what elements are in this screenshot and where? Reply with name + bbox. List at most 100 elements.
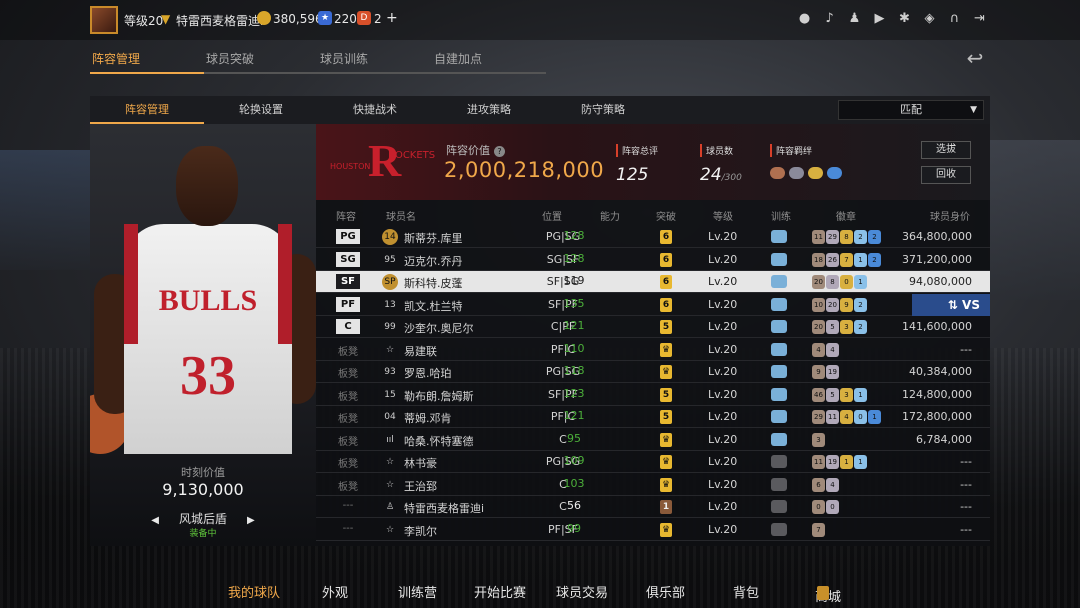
training-icon[interactable] <box>771 297 787 311</box>
bond-icon-1[interactable] <box>770 167 785 179</box>
player-ability: 103 <box>563 476 585 490</box>
help-icon[interactable]: ? <box>494 146 505 157</box>
training-icon[interactable] <box>771 432 787 446</box>
add-currency-button[interactable]: + <box>386 10 398 26</box>
subtab-tactics[interactable]: 快捷战术 <box>318 96 432 124</box>
player-level: Lv.20 <box>708 410 738 423</box>
slot-bench: --- <box>342 522 354 534</box>
player-level: Lv.20 <box>708 477 738 491</box>
recycle-button[interactable]: 回收 <box>921 166 971 184</box>
breakthrough-icon: 6 <box>660 297 672 312</box>
nav-appearance[interactable]: 外观 <box>322 582 348 601</box>
training-icon[interactable] <box>771 320 787 333</box>
training-icon[interactable] <box>771 410 787 423</box>
player-salary: 141,600,000 <box>902 320 972 333</box>
training-icon[interactable] <box>771 365 787 378</box>
prev-skin-icon[interactable]: ◀ <box>135 515 175 526</box>
player-salary: 124,800,000 <box>902 387 972 401</box>
subtab-rotation[interactable]: 轮换设置 <box>204 96 318 124</box>
training-icon[interactable] <box>771 230 787 243</box>
friends-icon[interactable]: ♟ <box>846 10 863 27</box>
training-icon[interactable] <box>771 387 787 401</box>
training-icon[interactable] <box>771 522 787 536</box>
training-icon[interactable] <box>771 455 787 468</box>
video-icon[interactable]: ▶ <box>871 10 888 27</box>
player-name: 哈桑.怀特塞德 <box>404 434 474 448</box>
table-row[interactable]: C 99 沙奎尔.奥尼尔 C|PF 121 5 Lv.20 20 5 3 2 141,600,000 <box>316 316 990 338</box>
table-row[interactable]: 板凳 04 蒂姆.邓肯 PF|C 121 5 Lv.20 29 11 4 0 1 172,800,000 <box>316 406 990 428</box>
tab-custom-points[interactable]: 自建加点 <box>432 50 546 74</box>
player-level: Lv.20 <box>708 455 738 468</box>
training-icon[interactable] <box>771 252 787 266</box>
table-row[interactable]: 板凳 ııl 哈桑.怀特塞德 C 95 ♛ Lv.20 3 6,784,000 <box>316 429 990 451</box>
table-row[interactable]: 板凳 93 罗恩.哈珀 PG|SG 118 ♛ Lv.20 9 19 40,384,000 <box>316 361 990 383</box>
nav-backpack[interactable]: 背包 <box>733 582 759 601</box>
compare-vs-button[interactable]: ⇅ VS <box>912 293 990 316</box>
training-icon[interactable] <box>771 500 787 513</box>
nav-club[interactable]: 俱乐部 <box>646 582 685 601</box>
tab-training[interactable]: 球员训练 <box>318 50 432 74</box>
next-skin-icon[interactable]: ▶ <box>231 515 271 526</box>
slot-bench: 板凳 <box>338 414 358 425</box>
training-icon[interactable] <box>771 477 787 491</box>
player-level: Lv.20 <box>708 230 738 243</box>
subtab-offense[interactable]: 进攻策略 <box>432 96 546 124</box>
badge-icon: 4 <box>840 410 853 424</box>
table-row[interactable]: PF 13 凯文.杜兰特 SF|PF 135 6 Lv.20 10 20 9 2 ⇅ VS <box>316 293 990 316</box>
table-row[interactable]: --- ♙ 特雷西麦格雷迪i C 56 1 Lv.20 0 0 --- <box>316 496 990 518</box>
badge-icon: 20 <box>812 320 825 334</box>
mode-dropdown[interactable]: 匹配 ▼ <box>838 100 984 120</box>
table-row[interactable]: SG 95 迈克尔.乔丹 SG|SF 128 6 Lv.20 18 26 7 1 2 371,200,0… <box>316 249 990 271</box>
table-row[interactable]: 板凳 ☆ 林书豪 PG|SG 109 ♛ Lv.20 11 19 1 1 --- <box>316 451 990 473</box>
skin-selector: ◀ 风城后盾 ▶ <box>90 510 316 527</box>
team-value: 2,000,218,000 <box>444 158 605 182</box>
table-row[interactable]: SF SP 斯科特.皮蓬 SF|SG 119 6 Lv.20 20 8 0 1 94,080,000 <box>316 271 990 293</box>
badge-icon: 18 <box>812 252 825 267</box>
bell-icon[interactable]: ♪ <box>821 10 838 27</box>
nav-my-team[interactable]: 我的球队 <box>228 582 280 601</box>
headset-icon[interactable]: ∩ <box>946 10 963 27</box>
nav-start-match[interactable]: 开始比赛 <box>474 582 526 601</box>
player-salary: --- <box>960 500 972 513</box>
settings-icon[interactable]: ✱ <box>896 10 913 27</box>
jersey-number-icon: 14 <box>382 229 398 245</box>
tab-lineup[interactable]: 阵容管理 <box>90 50 204 74</box>
bond-icon-4[interactable] <box>827 167 842 179</box>
select-button[interactable]: 选拔 <box>921 141 971 159</box>
badge-icon: 8 <box>840 230 853 244</box>
badge-icon: 1 <box>854 455 867 469</box>
player-ability: 99 <box>567 521 581 535</box>
training-icon[interactable] <box>771 342 787 356</box>
bond-icon-2[interactable] <box>789 167 804 179</box>
player-level: Lv.20 <box>708 275 738 288</box>
exit-icon[interactable]: ⇥ <box>971 10 988 27</box>
table-row[interactable]: 板凳 15 勒布朗.詹姆斯 SF|PF 123 5 Lv.20 46 5 3 1 124,800,00… <box>316 384 990 406</box>
recycle-button-label: 回收 <box>936 169 956 180</box>
back-arrow-icon[interactable]: ↩ <box>958 46 992 70</box>
jersey-number-icon: ♙ <box>385 502 395 512</box>
tab-breakthrough[interactable]: 球员突破 <box>204 50 318 74</box>
user-icon[interactable]: ● <box>796 10 813 27</box>
subtab-defense[interactable]: 防守策略 <box>546 96 660 124</box>
table-row[interactable]: 板凳 ☆ 易建联 PF|C 110 ♛ Lv.20 4 4 --- <box>316 339 990 361</box>
skin-status: 装备中 <box>189 529 217 539</box>
shield-icon[interactable]: ◈ <box>921 10 938 27</box>
team-rating-value: 125 <box>616 165 649 185</box>
subtab-lineup[interactable]: 阵容管理 <box>90 96 204 124</box>
team-bonds-label: 阵容羁绊 <box>770 144 842 157</box>
table-row[interactable]: 板凳 ☆ 王治郅 C 103 ♛ Lv.20 6 4 --- <box>316 474 990 496</box>
player-name: 凯文.杜兰特 <box>404 299 463 313</box>
badge-icon: 1 <box>868 410 881 424</box>
player-name: 蒂姆.邓肯 <box>404 412 452 425</box>
table-row[interactable]: --- ☆ 李凯尔 PF|SF 99 ♛ Lv.20 7 --- <box>316 519 990 541</box>
nav-training-camp[interactable]: 训练营 <box>398 582 437 601</box>
bond-icon-3[interactable] <box>808 167 823 179</box>
player-name: 勒布朗.詹姆斯 <box>404 389 474 403</box>
training-icon[interactable] <box>771 275 787 288</box>
nav-trade[interactable]: 球员交易 <box>556 582 608 601</box>
slot-badge: PG <box>336 229 360 244</box>
avatar[interactable] <box>90 6 118 34</box>
table-row[interactable]: PG 14 斯蒂芬.库里 PG|SG 128 6 Lv.20 11 29 8 2 2 364,800,0… <box>316 226 990 248</box>
player-count-label: 球员数 <box>700 144 742 157</box>
bottom-nav: 我的球队 外观 训练营 开始比赛 球员交易 俱乐部 背包 商城 <box>0 578 1080 605</box>
